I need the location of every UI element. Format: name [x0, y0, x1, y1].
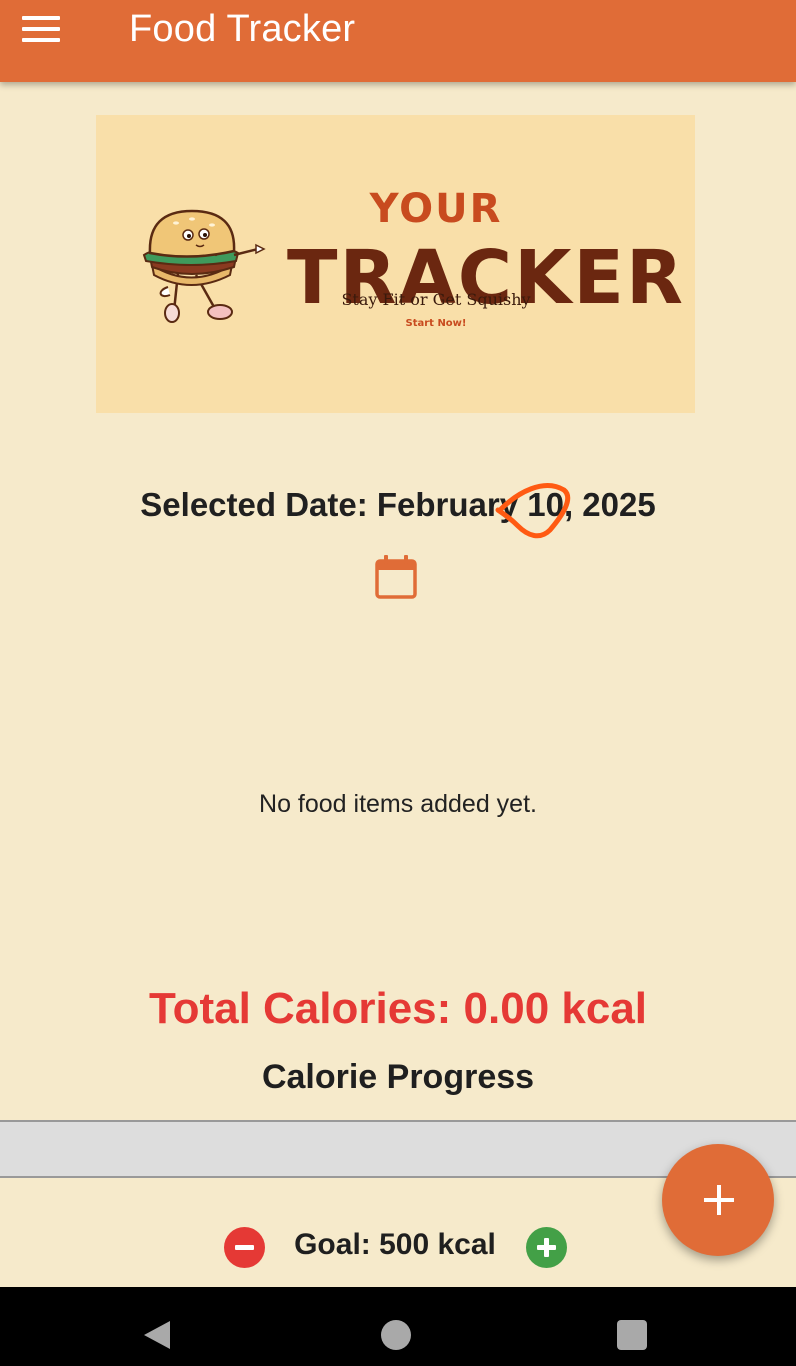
calendar-icon[interactable]	[372, 553, 420, 601]
goal-label: Goal: 500 kcal	[294, 1228, 496, 1261]
empty-food-list-message: No food items added yet.	[259, 790, 537, 818]
hamburger-menu-icon[interactable]	[22, 16, 60, 42]
burger-mascot-icon	[142, 209, 266, 323]
calorie-progress-title: Calorie Progress	[261, 1058, 535, 1096]
minus-circle-icon[interactable]	[224, 1227, 265, 1268]
banner-graphic: YOUR TRACKER Stay Fit or Get Squishy Sta…	[142, 186, 683, 329]
add-food-fab-plus-icon[interactable]	[662, 1144, 774, 1256]
total-calories-label: Total Calories: 0.00 kcal	[148, 984, 648, 1033]
back-triangle-icon[interactable]	[142, 1319, 172, 1351]
tracker-banner-image: YOUR TRACKER Stay Fit or Get Squishy Sta…	[96, 115, 695, 413]
banner-tagline: Stay Fit or Get Squishy	[341, 290, 530, 309]
banner-line1: YOUR	[369, 186, 503, 232]
app-bar: Food Tracker	[0, 0, 796, 82]
banner-cta: Start Now!	[406, 318, 467, 329]
recents-square-icon[interactable]	[617, 1320, 647, 1350]
plus-circle-icon[interactable]	[526, 1227, 567, 1268]
selected-date-label: Selected Date: February 10, 2025	[140, 486, 656, 523]
app-title: Food Tracker	[129, 8, 356, 50]
home-circle-icon[interactable]	[381, 1320, 411, 1350]
